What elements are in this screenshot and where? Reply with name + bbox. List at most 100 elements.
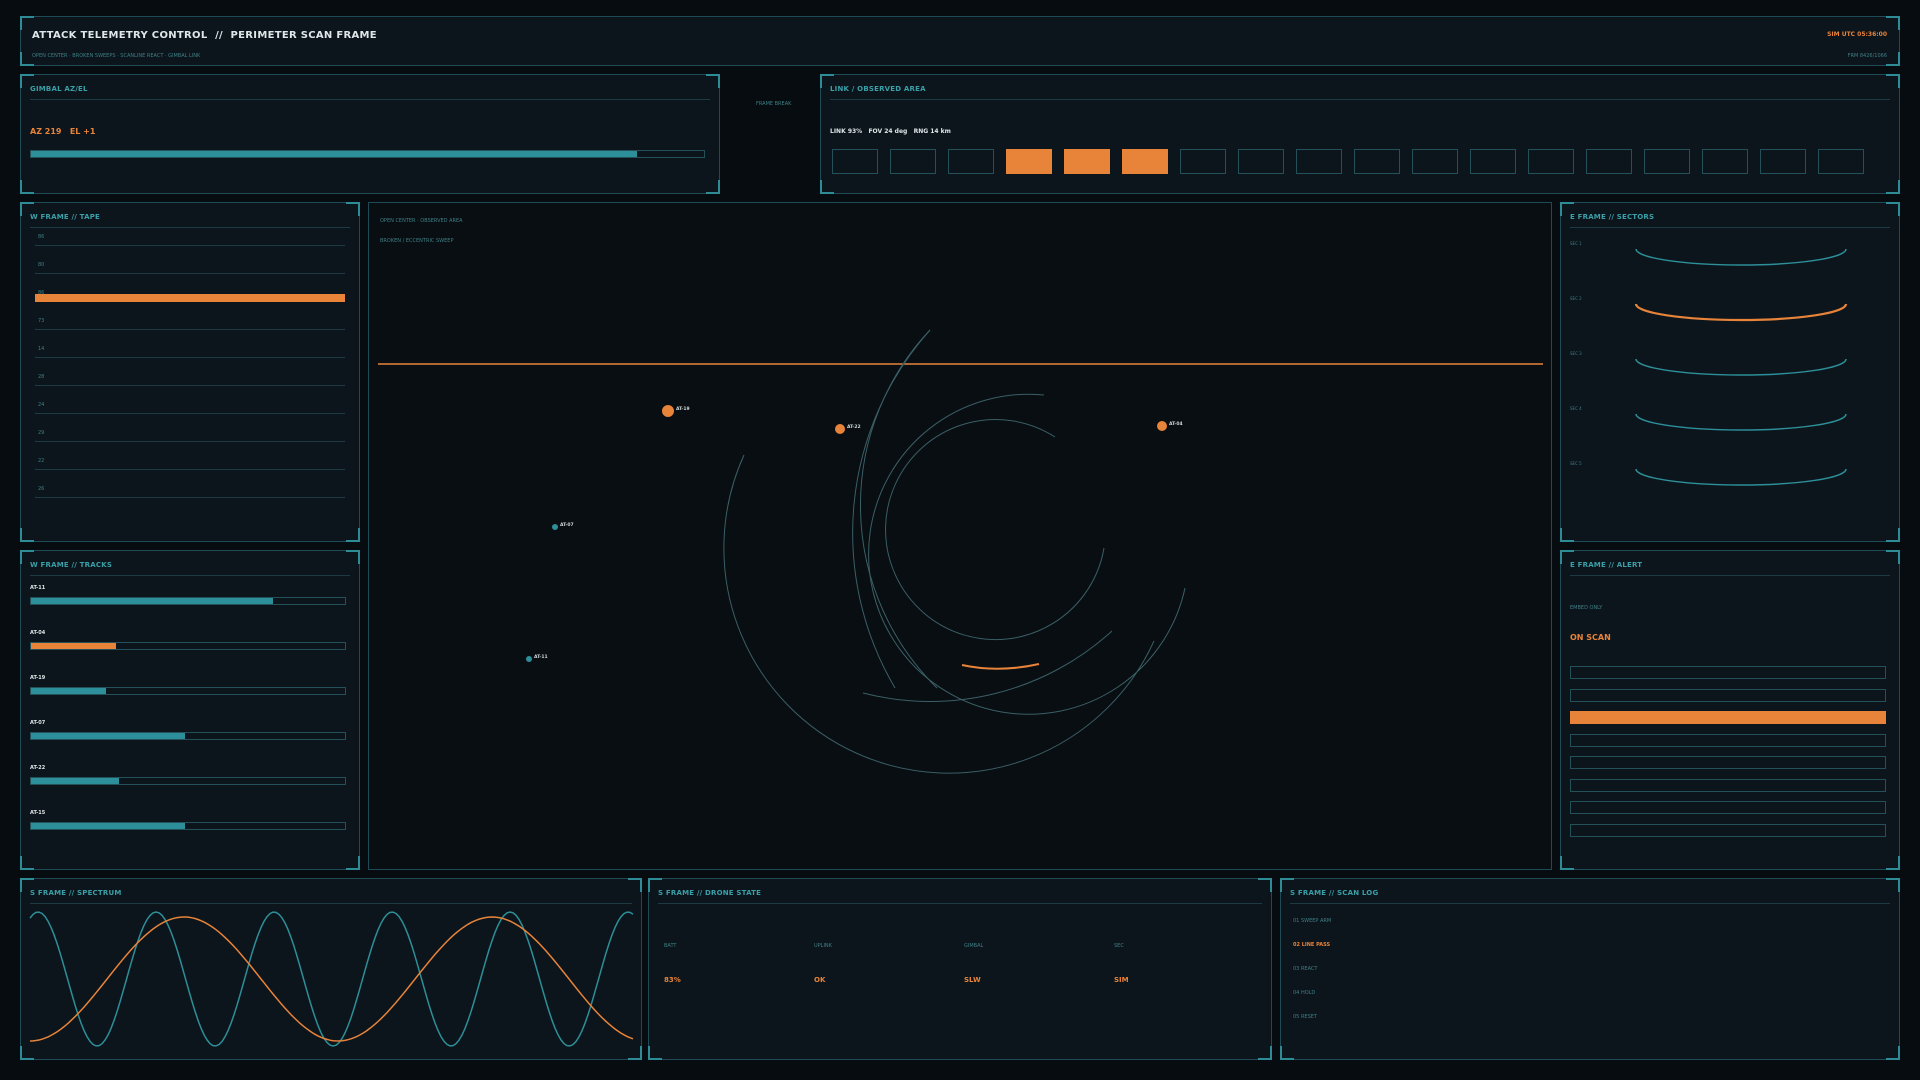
header-bar: ATTACK TELEMETRY CONTROL // PERIMETER SC… [20,16,1900,66]
link-panel: LINK / OBSERVED AREA LINK 93% FOV 24 deg… [820,74,1900,194]
tape-gridline [35,469,345,470]
alert-title: E FRAME // ALERT [1570,561,1890,576]
observed-area-cell [948,149,994,174]
link-title: LINK / OBSERVED AREA [830,85,1890,100]
tape-gridline [35,385,345,386]
track-bar [30,597,346,605]
target-label: AT-19 [676,406,690,412]
scan-log-panel: S FRAME // SCAN LOG 01 SWEEP ARM 02 LINE … [1280,878,1900,1060]
sector-ring [1635,413,1847,431]
gimbal-bar-track [30,150,705,158]
observed-area-cell [1528,149,1574,174]
gimbal-bar-fill [31,151,637,157]
tape-tick-label: 86 [38,234,45,240]
scan-log-item: 03 REACT [1293,966,1318,972]
sim-clock: SIM UTC 05:36:00 [1827,31,1887,38]
alert-row [1570,778,1886,792]
track-bar [30,822,346,830]
sectors-panel: E FRAME // SECTORS SEC 1 SEC 2 SEC 3 SEC 4S… [1560,202,1900,542]
track-label: AT-22 [30,765,46,771]
scan-log-title: S FRAME // SCAN LOG [1290,889,1890,904]
tape-highlight-bar [35,294,345,302]
observed-area-cell [1644,149,1690,174]
target-marker [662,405,674,417]
drone-state-value: 83% [664,976,681,984]
tape-title: W FRAME // TAPE [30,213,350,228]
alert-row [1570,688,1886,702]
drone-state-panel: S FRAME // DRONE STATE BATT 83% UPLINK OK GI… [648,878,1272,1060]
track-bar [30,777,346,785]
gimbal-readout: AZ 219 EL +1 [30,127,96,136]
tape-panel: W FRAME // TAPE 86 80 86 73 14 28 24 29 22 26 [20,202,360,542]
sector-ring [1634,303,1848,322]
track-bar [30,642,346,650]
alert-row [1570,801,1886,814]
tape-tick-label: 26 [38,486,45,492]
track-label: AT-11 [30,585,46,591]
drone-state-label: SEC [1114,943,1124,949]
target-marker [835,424,845,434]
target-label: AT-07 [560,522,574,528]
sector-label: SEC 5 [1570,461,1582,466]
tape-gridline [35,357,345,358]
tape-gridline [35,329,345,330]
observed-area-cell [1586,149,1632,174]
tape-gridline [35,273,345,274]
tape-tick-label: 14 [38,346,45,352]
drone-state-label: UPLINK [814,943,832,949]
scan-log-item: 01 SWEEP ARM [1293,918,1332,924]
frame-break-label: FRAME BREAK [756,101,792,107]
sector-label: SEC 3 [1570,351,1582,356]
drone-state-label: BATT [664,943,677,949]
spectrum-panel: S FRAME // SPECTRUM [20,878,642,1060]
tape-gridline [35,245,345,246]
observed-area-cell [1470,149,1516,174]
drone-state-value: SIM [1114,976,1129,984]
track-label: AT-07 [30,720,46,726]
alert-mode: EMBED ONLY [1570,605,1603,611]
track-bar-fill [31,778,119,784]
gimbal-panel: GIMBAL AZ/EL AZ 219 EL +1 [20,74,720,194]
target-label: AT-11 [534,654,548,660]
alert-row [1570,823,1886,837]
scan-log-item: 02 LINE PASS [1293,942,1331,948]
scan-log-item: 05 RESET [1293,1014,1317,1020]
spectrum-series-teal [29,911,634,1047]
sector-label: SEC 1 [1570,241,1582,246]
track-bar-fill [31,598,273,604]
sweep-arc-4 [885,419,1105,641]
observed-area-cell [832,149,878,174]
observed-area-cell [1296,149,1342,174]
alert-row [1570,756,1886,769]
spectrum-plot [29,911,634,1047]
alert-row [1570,733,1886,747]
track-bar-fill [31,733,185,739]
track-label: AT-04 [30,630,46,636]
scan-view: AT-19 AT-22 AT-04 AT-07 AT-11 [378,329,1543,774]
tape-gridline [35,441,345,442]
tape-tick-label: 73 [38,318,45,324]
target-marker [1157,421,1167,431]
drone-state-label: GIMBAL [964,943,984,949]
track-bar-fill [31,643,116,649]
gimbal-title: GIMBAL AZ/EL [30,85,710,100]
tape-tick-label: 29 [38,430,45,436]
tape-gridline [35,413,345,414]
track-bar [30,687,346,695]
sweep-arc-active [961,663,1040,670]
scan-log-item: 04 HOLD [1293,990,1316,996]
page-title: ATTACK TELEMETRY CONTROL // PERIMETER SC… [32,30,377,41]
observed-area-cell [1006,149,1052,174]
page-subtitle: OPEN CENTER · BROKEN SWEEPS · SCANLINE R… [32,53,201,59]
observed-area-cell [1122,149,1168,174]
tape-tick-label: 80 [38,262,45,268]
observed-area-cell [1354,149,1400,174]
alert-panel: E FRAME // ALERT EMBED ONLY ON SCAN [1560,550,1900,870]
tape-tick-label: 22 [38,458,45,464]
center-viewport: OPEN CENTER · OBSERVED AREA BROKEN / ECC… [368,202,1552,870]
track-bar-fill [31,823,185,829]
observed-area-cell [1238,149,1284,174]
target-label: AT-22 [847,424,861,430]
drone-state-value: SLW [964,976,981,984]
frame-counter: FRM 8426/1066 [1847,53,1887,59]
